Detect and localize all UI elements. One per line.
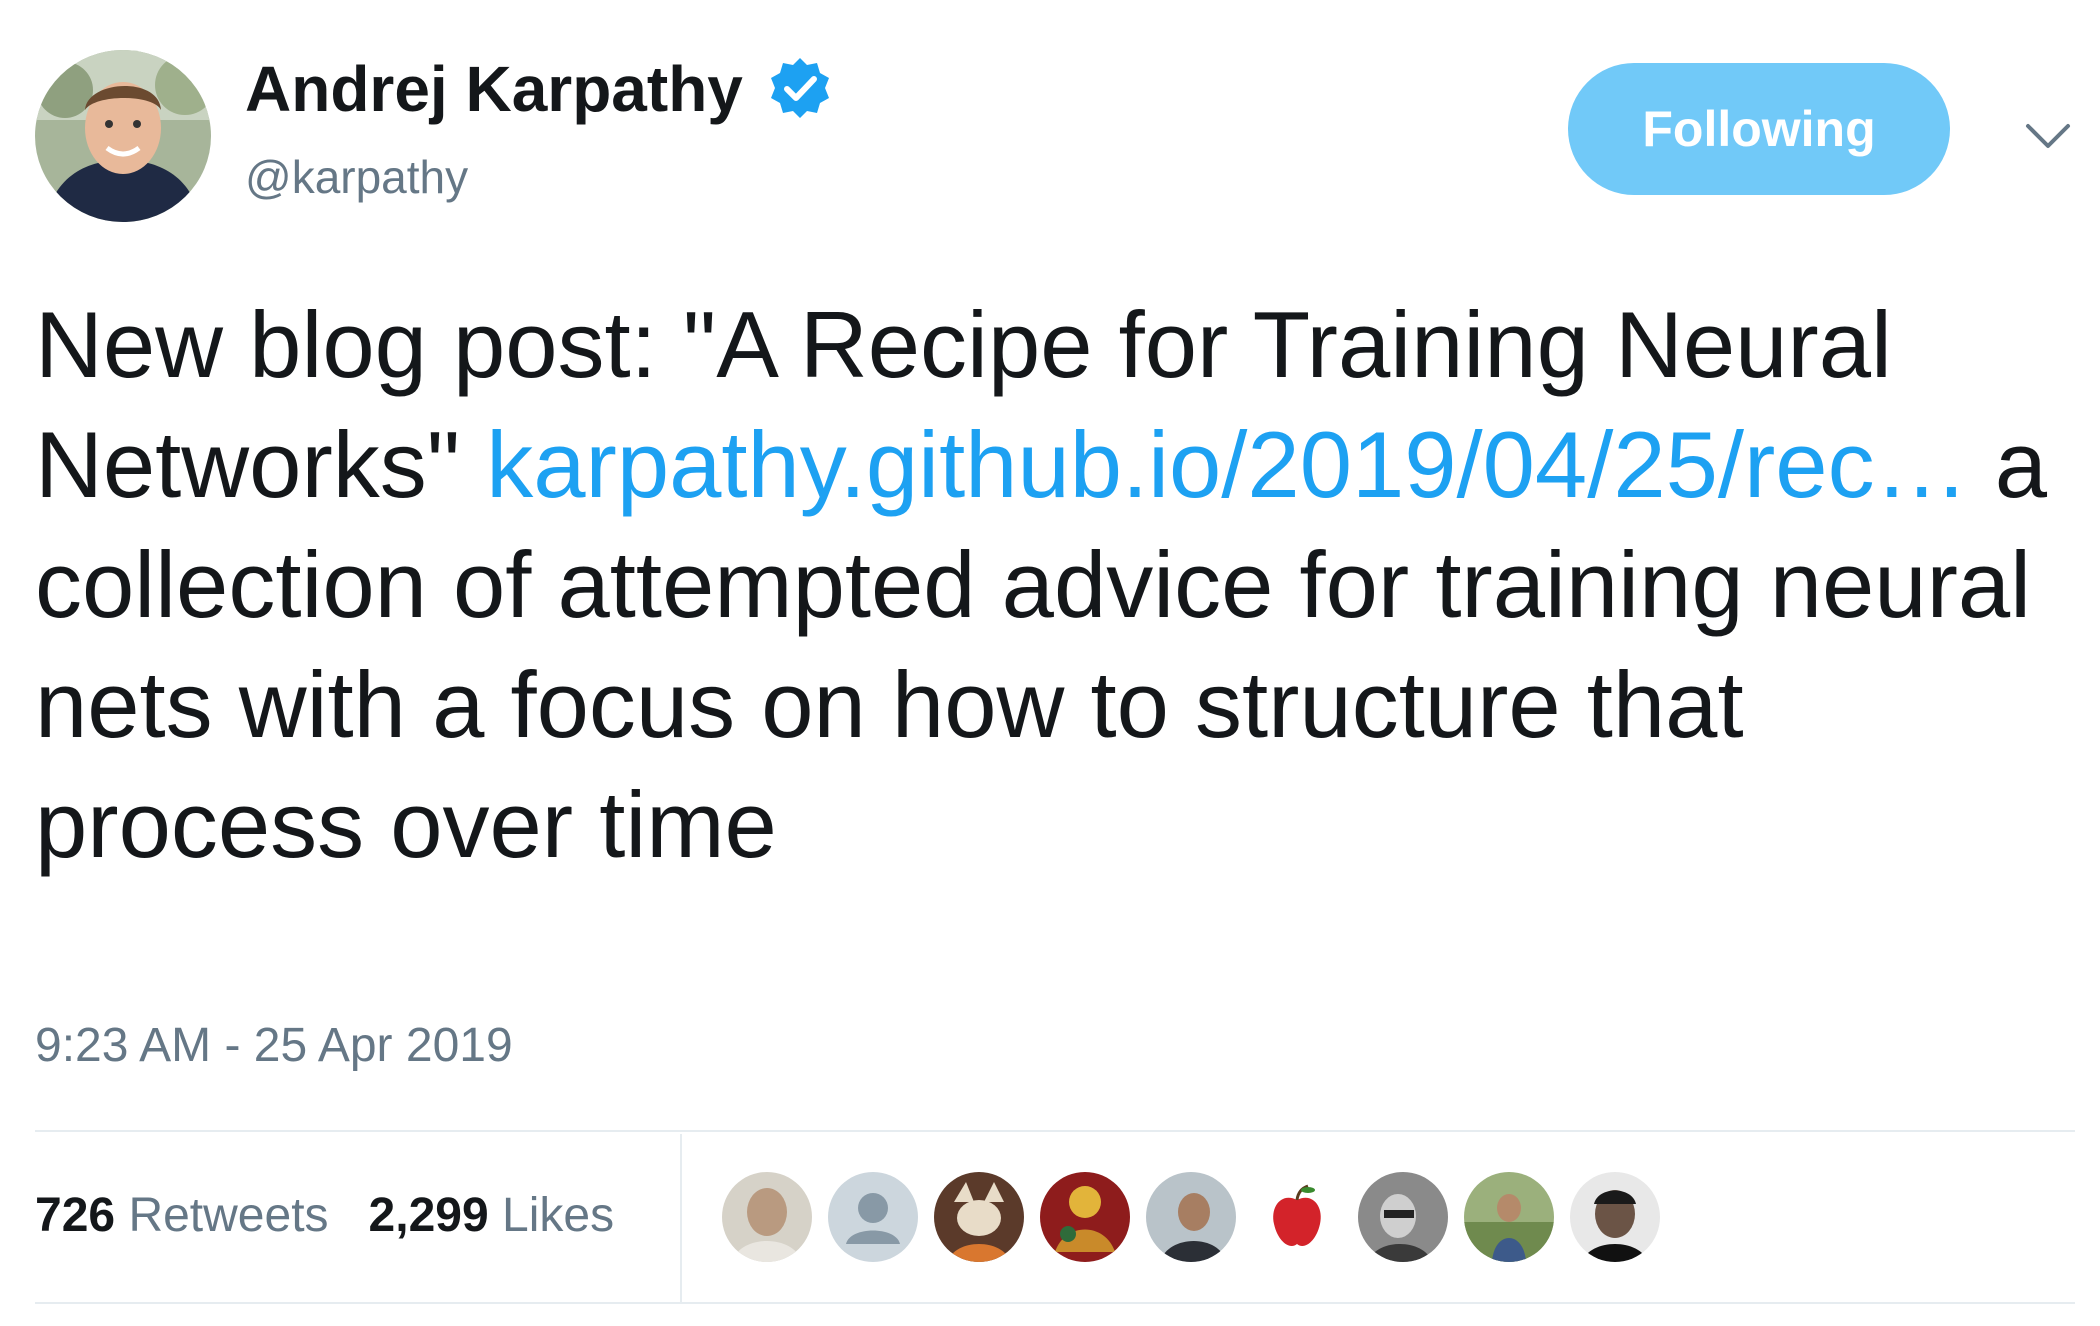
tweet-timestamp[interactable]: 9:23 AM - 25 Apr 2019 xyxy=(35,1018,513,1073)
liker-avatar[interactable] xyxy=(722,1172,812,1262)
liker-avatar[interactable] xyxy=(934,1172,1024,1262)
retweets-label: Retweets xyxy=(128,1189,329,1242)
divider xyxy=(35,1302,2075,1304)
liker-avatar[interactable] xyxy=(1358,1172,1448,1262)
blog-post-link[interactable]: karpathy.github.io/2019/04/25/rec… xyxy=(486,412,1968,517)
likes-count: 2,299 xyxy=(368,1189,489,1242)
apple-icon[interactable] xyxy=(1252,1172,1342,1262)
liker-avatar[interactable] xyxy=(1570,1172,1660,1262)
retweets-count: 726 xyxy=(35,1189,116,1242)
likes-label: Likes xyxy=(502,1189,615,1242)
user-handle[interactable]: @karpathy xyxy=(245,150,468,204)
liker-avatar[interactable] xyxy=(1040,1172,1130,1262)
chevron-down-icon[interactable] xyxy=(2022,116,2074,156)
divider xyxy=(680,1134,682,1302)
default-avatar-icon[interactable] xyxy=(828,1172,918,1262)
following-button[interactable]: Following xyxy=(1568,63,1950,195)
liker-avatar[interactable] xyxy=(1464,1172,1554,1262)
tweet-text: New blog post: "A Recipe for Training Ne… xyxy=(35,285,2075,885)
liker-avatar[interactable] xyxy=(1146,1172,1236,1262)
user-name[interactable]: Andrej Karpathy xyxy=(245,52,743,126)
profile-avatar[interactable] xyxy=(35,50,211,222)
tweet-stats: 726 Retweets 2,299 Likes xyxy=(35,1188,614,1243)
likes-stat[interactable]: 2,299 Likes xyxy=(369,1189,615,1242)
verified-badge-icon xyxy=(768,56,832,120)
retweets-stat[interactable]: 726 Retweets xyxy=(35,1189,329,1242)
divider xyxy=(35,1130,2075,1132)
